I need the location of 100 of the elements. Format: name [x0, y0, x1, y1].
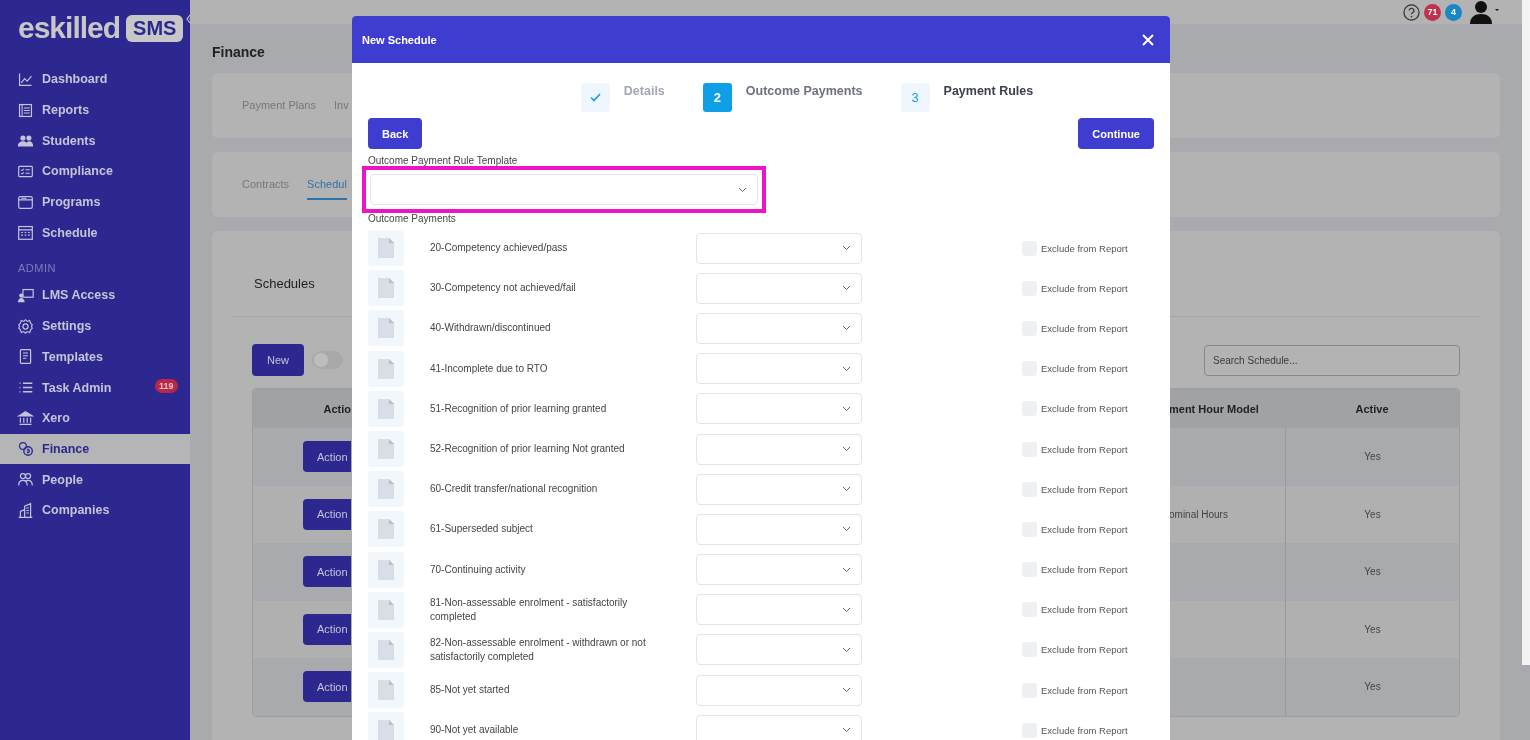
document-icon [368, 551, 404, 588]
nav-label: Templates [42, 349, 103, 364]
table-cell: Yes [1364, 681, 1381, 693]
logo-wordmark: eskilled [18, 11, 121, 45]
payment-dropdown[interactable] [696, 554, 862, 586]
nav-item[interactable]: Finance [0, 433, 190, 465]
outcome-label: 90-Not yet available [430, 723, 520, 738]
nav-label: Schedule [42, 225, 98, 240]
close-icon[interactable] [1142, 33, 1154, 46]
payment-dropdown[interactable] [696, 634, 862, 666]
document-icon [368, 511, 404, 548]
chevron-down-icon [842, 325, 851, 332]
nav-label: People [42, 472, 83, 487]
document-icon [368, 471, 404, 508]
payment-dropdown[interactable] [696, 473, 862, 505]
template-dropdown[interactable] [370, 174, 758, 205]
chevron-down-icon [842, 405, 851, 412]
payment-dropdown[interactable] [696, 714, 862, 740]
scrollbar[interactable] [1522, 0, 1530, 665]
chevron-down-icon [842, 285, 851, 292]
nav-item[interactable]: People [0, 464, 190, 495]
checkbox-label: Exclude from Report [1041, 604, 1128, 616]
table-cell: Yes [1364, 451, 1381, 463]
step-label[interactable]: Payment Rules [943, 83, 1034, 98]
nav-icon [17, 317, 34, 335]
table-cell: Yes [1364, 623, 1381, 635]
payment-dropdown[interactable] [696, 312, 862, 344]
outcome-label: 60-Credit transfer/national recognition [430, 482, 599, 497]
action-button[interactable]: Action [303, 441, 351, 473]
document-icon [368, 672, 404, 709]
nav-item[interactable]: Schedule [0, 217, 190, 249]
nav-item[interactable]: LMS Access [0, 280, 190, 311]
chevron-down-icon [842, 606, 851, 613]
checkbox-label: Exclude from Report [1041, 684, 1128, 696]
outcome-label: 40-Withdrawn/discontinued [430, 321, 552, 336]
payment-dropdown[interactable] [696, 513, 862, 545]
nav-item[interactable]: Xero [0, 402, 190, 434]
nav-icon [17, 193, 34, 211]
table-cell: Yes [1364, 508, 1381, 520]
nav-label: Reports [42, 103, 90, 118]
back-button[interactable]: Back [368, 118, 423, 149]
chevron-down-icon [842, 486, 851, 493]
step-number: 2 [702, 83, 732, 112]
chevron-down-icon [842, 365, 851, 372]
outcome-label: 52-Recognition of prior learning Not granted [430, 442, 626, 457]
checkbox-label: Exclude from Report [1041, 523, 1128, 535]
nav-item[interactable]: Settings [0, 310, 190, 342]
document-icon [368, 310, 404, 347]
action-button[interactable]: Action [303, 613, 351, 645]
payment-dropdown[interactable] [696, 674, 862, 706]
nav-item[interactable]: Templates [0, 341, 190, 373]
search-field[interactable]: Search Schedule... [1204, 344, 1460, 376]
table-cell: ominal Hours [1169, 508, 1228, 520]
chevron-down-icon [842, 727, 851, 734]
payment-dropdown[interactable] [696, 232, 862, 264]
step-label[interactable]: Outcome Payments [745, 83, 863, 98]
action-button[interactable]: Action [303, 671, 351, 703]
outcome-label: 81-Non-assessable enrolment - satisfactorily completed [430, 595, 629, 624]
nav-item[interactable]: Programs [0, 186, 190, 218]
payment-dropdown[interactable] [696, 272, 862, 304]
document-icon [368, 591, 404, 628]
payment-dropdown[interactable] [696, 433, 862, 465]
checkbox-label: Exclude from Report [1041, 363, 1128, 375]
outcome-label: 41-Incomplete due to RTO [430, 361, 549, 376]
nav-item[interactable]: Companies [0, 494, 190, 526]
checkbox-label: Exclude from Report [1041, 282, 1128, 294]
nav-label: Programs [42, 195, 101, 210]
document-icon [368, 712, 404, 740]
field-label: Outcome Payment Rule Template [368, 155, 519, 166]
outcome-label: 82-Non-assessable enrolment - withdrawn or not satisfactorily completed [430, 635, 647, 664]
section-heading: ADMIN [17, 261, 57, 277]
chevron-down-icon [842, 687, 851, 694]
outcome-label: 85-Not yet started [430, 683, 511, 698]
notification-badge[interactable]: 71 [1424, 3, 1441, 21]
nav-label: Xero [42, 411, 70, 426]
nav-item[interactable]: Compliance [0, 156, 190, 187]
nav-label: Compliance [42, 164, 113, 179]
action-button[interactable]: Action [303, 556, 351, 588]
continue-button[interactable]: Continue [1078, 118, 1154, 149]
section-title: Schedules [254, 276, 315, 291]
nav-label: Dashboard [42, 72, 108, 87]
document-icon [368, 631, 404, 668]
action-button[interactable]: Action [303, 498, 351, 530]
nav-item[interactable]: Reports [0, 94, 190, 126]
payment-dropdown[interactable] [696, 393, 862, 425]
payment-dropdown[interactable] [696, 353, 862, 385]
step-number: 3 [900, 83, 930, 112]
nav-icon [17, 501, 34, 519]
checkbox-label: Exclude from Report [1041, 242, 1128, 254]
nav-item[interactable]: Students [0, 125, 190, 157]
help-icon[interactable] [1403, 3, 1420, 21]
payment-dropdown[interactable] [696, 594, 862, 626]
page-title: Finance [212, 44, 266, 60]
nav-icon [17, 440, 34, 458]
user-icon[interactable] [1470, 0, 1500, 24]
nav-item[interactable]: Dashboard [0, 64, 190, 95]
new-button[interactable]: New [252, 344, 304, 376]
notification-badge[interactable]: 4 [1445, 3, 1462, 21]
nav-item[interactable]: Task Admin 119 [0, 372, 190, 403]
column-header: Actio [323, 402, 351, 415]
